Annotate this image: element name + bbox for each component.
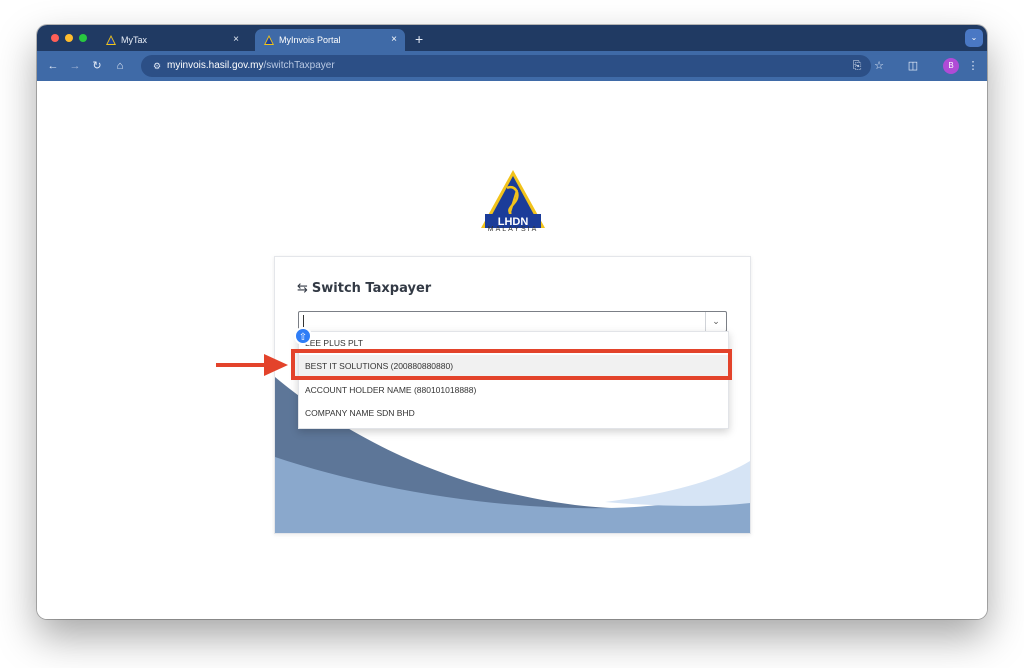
tab-myinvois-portal[interactable]: MyInvois Portal ×: [255, 29, 405, 51]
forward-icon[interactable]: →: [67, 58, 83, 74]
lhdn-favicon-icon: [264, 35, 274, 45]
reload-icon[interactable]: ↻: [89, 58, 105, 74]
tab-mytax[interactable]: MyTax ×: [97, 29, 247, 51]
taxpayer-dropdown-list: LEE PLUS PLT BEST IT SOLUTIONS (20088088…: [298, 331, 729, 429]
page-title: ⇆ Switch Taxpayer: [297, 281, 431, 296]
chevron-down-icon[interactable]: ⌄: [705, 312, 726, 331]
taxpayer-select[interactable]: ⌄: [298, 311, 727, 332]
minimize-window-button[interactable]: [65, 34, 73, 42]
tab-strip: MyTax × MyInvois Portal × + ⌄: [37, 25, 987, 51]
url-text: myinvois.hasil.gov.my/switchTaxpayer: [167, 55, 335, 77]
tab-search-menu-icon[interactable]: ⌄: [965, 29, 983, 47]
profile-avatar[interactable]: B: [943, 58, 959, 74]
browser-toolbar: ← → ↻ ⌂ ⚙ myinvois.hasil.gov.my/switchTa…: [37, 51, 987, 81]
dropdown-option[interactable]: COMPANY NAME SDN BHD: [299, 402, 728, 425]
option-label: COMPANY NAME SDN BHD: [305, 408, 415, 418]
maximize-window-button[interactable]: [79, 34, 87, 42]
menu-kebab-icon[interactable]: ⋮: [965, 58, 981, 74]
browser-window: MyTax × MyInvois Portal × + ⌄ ← → ↻ ⌂ ⚙ …: [37, 25, 987, 619]
url-host: myinvois.hasil.gov.my: [167, 60, 264, 71]
address-bar[interactable]: ⚙ myinvois.hasil.gov.my/switchTaxpayer: [141, 55, 871, 77]
extensions-icon[interactable]: ◫: [905, 58, 921, 74]
site-settings-icon[interactable]: ⚙: [149, 58, 165, 74]
tab-label: MyTax: [121, 35, 148, 45]
install-app-icon[interactable]: ⎘: [849, 58, 865, 74]
new-tab-button[interactable]: +: [415, 29, 423, 49]
tab-close-icon[interactable]: ×: [233, 29, 239, 51]
title-text: Switch Taxpayer: [311, 281, 432, 296]
cursor-badge-icon: ⇧: [294, 327, 312, 345]
tab-close-icon[interactable]: ×: [391, 29, 397, 51]
switch-arrows-icon: ⇆: [297, 281, 308, 296]
bookmark-star-icon[interactable]: ☆: [871, 58, 887, 74]
home-icon[interactable]: ⌂: [112, 58, 128, 74]
logo-subtext: MALAYSIA: [487, 226, 539, 233]
switch-taxpayer-card: ⇆ Switch Taxpayer ⌄ LEE PLUS PLT BEST IT …: [274, 256, 751, 534]
annotation-arrow-icon: [216, 354, 288, 376]
back-icon[interactable]: ←: [45, 58, 61, 74]
url-path: /switchTaxpayer: [263, 60, 335, 71]
option-label: ACCOUNT HOLDER NAME (880101018888): [305, 385, 477, 395]
annotation-highlight-box: [291, 349, 732, 380]
dropdown-option[interactable]: ACCOUNT HOLDER NAME (880101018888): [299, 379, 728, 402]
lhdn-favicon-icon: [106, 35, 116, 45]
tab-label: MyInvois Portal: [279, 35, 341, 45]
close-window-button[interactable]: [51, 34, 59, 42]
